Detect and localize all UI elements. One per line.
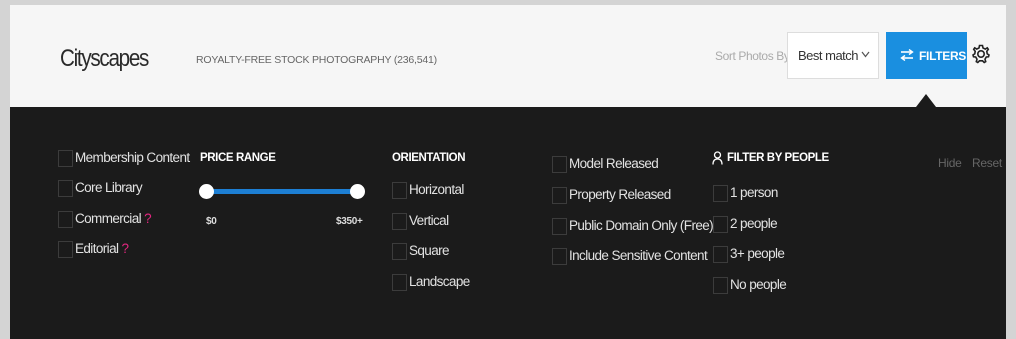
orientation-option[interactable]: Landscape — [392, 273, 512, 293]
checkbox-label: 3+ people — [730, 246, 785, 261]
page-title: Cityscapes — [60, 45, 149, 72]
checkbox[interactable] — [713, 246, 728, 263]
checkbox[interactable] — [392, 213, 407, 230]
checkbox-label: Editorial ? — [75, 241, 130, 256]
checkbox[interactable] — [58, 241, 73, 258]
checkbox-label: Core Library — [75, 180, 143, 195]
option-text: Commercial — [75, 211, 142, 226]
people-option[interactable]: 3+ people — [713, 245, 813, 265]
sliders-icon — [900, 48, 914, 66]
price-min-handle[interactable] — [199, 184, 214, 199]
results-header: Cityscapes ROYALTY-FREE STOCK PHOTOGRAPH… — [10, 5, 1006, 107]
checkbox[interactable] — [552, 218, 567, 235]
people-option[interactable]: 1 person — [713, 184, 813, 204]
person-icon — [712, 151, 723, 170]
people-option[interactable]: 2 people — [713, 215, 813, 235]
checkbox-label: Commercial ? — [75, 211, 152, 226]
content-type-option[interactable]: Membership Content — [58, 149, 198, 169]
checkbox[interactable] — [392, 182, 407, 199]
content-type-option[interactable]: Core Library — [58, 179, 198, 199]
reset-filters-link[interactable]: Reset — [972, 156, 1002, 170]
checkbox-label: Property Released — [569, 187, 671, 202]
price-slider-track[interactable] — [206, 189, 358, 194]
orientation-option[interactable]: Horizontal — [392, 181, 512, 201]
checkbox[interactable] — [58, 180, 73, 197]
checkbox-label: Square — [409, 243, 450, 258]
sort-label: Sort Photos By: — [715, 49, 793, 63]
sort-select[interactable]: Best match — [787, 32, 879, 79]
orientation-option[interactable]: Vertical — [392, 212, 512, 232]
rights-option[interactable]: Property Released — [552, 186, 702, 206]
help-link[interactable]: ? — [122, 241, 130, 256]
checkbox[interactable] — [392, 274, 407, 291]
checkbox-label: Membership Content — [75, 150, 190, 165]
price-max-label: $350+ — [336, 216, 363, 227]
option-text: Editorial — [75, 241, 119, 256]
gear-icon[interactable] — [972, 43, 990, 70]
filters-panel-pointer — [916, 94, 936, 107]
page-title-group: Cityscapes ROYALTY-FREE STOCK PHOTOGRAPH… — [60, 45, 437, 73]
rights-option[interactable]: Public Domain Only (Free) — [552, 217, 714, 237]
filters-button[interactable]: FILTERS — [886, 32, 967, 79]
checkbox-label: Include Sensitive Content — [569, 248, 708, 263]
checkbox[interactable] — [552, 248, 567, 265]
chevron-down-icon — [861, 49, 870, 61]
rights-option[interactable]: Include Sensitive Content — [552, 247, 708, 267]
sort-select-value: Best match — [798, 48, 859, 63]
checkbox-label: Vertical — [409, 213, 449, 228]
checkbox[interactable] — [713, 277, 728, 294]
checkbox[interactable] — [392, 243, 407, 260]
checkbox-label: Public Domain Only (Free) — [569, 218, 714, 233]
result-count-subtitle: ROYALTY-FREE STOCK PHOTOGRAPHY (236,541) — [196, 54, 437, 66]
checkbox-label: Horizontal — [409, 182, 464, 197]
filter-by-people-heading: FILTER BY PEOPLE — [727, 152, 829, 164]
filters-button-label: FILTERS — [919, 49, 967, 63]
orientation-option[interactable]: Square — [392, 242, 512, 262]
price-min-label: $0 — [206, 216, 217, 227]
help-link[interactable]: ? — [144, 211, 152, 226]
checkbox-label: No people — [730, 277, 787, 292]
checkbox-label: 1 person — [730, 185, 778, 200]
hide-filters-link[interactable]: Hide — [938, 156, 962, 170]
people-option[interactable]: No people — [713, 276, 813, 296]
orientation-heading: ORIENTATION — [392, 152, 466, 164]
checkbox[interactable] — [58, 211, 73, 228]
checkbox[interactable] — [58, 150, 73, 167]
checkbox-label: 2 people — [730, 216, 778, 231]
checkbox[interactable] — [552, 156, 567, 173]
price-range-heading: PRICE RANGE — [200, 152, 276, 164]
checkbox-label: Landscape — [409, 274, 470, 289]
page-frame: Cityscapes ROYALTY-FREE STOCK PHOTOGRAPH… — [10, 5, 1006, 339]
checkbox[interactable] — [552, 187, 567, 204]
price-max-handle[interactable] — [350, 184, 365, 199]
rights-option[interactable]: Model Released — [552, 155, 702, 175]
checkbox[interactable] — [713, 216, 728, 233]
content-type-option[interactable]: Editorial ? — [58, 240, 198, 260]
checkbox-label: Model Released — [569, 156, 659, 171]
checkbox[interactable] — [713, 185, 728, 202]
content-type-option[interactable]: Commercial ? — [58, 210, 198, 230]
